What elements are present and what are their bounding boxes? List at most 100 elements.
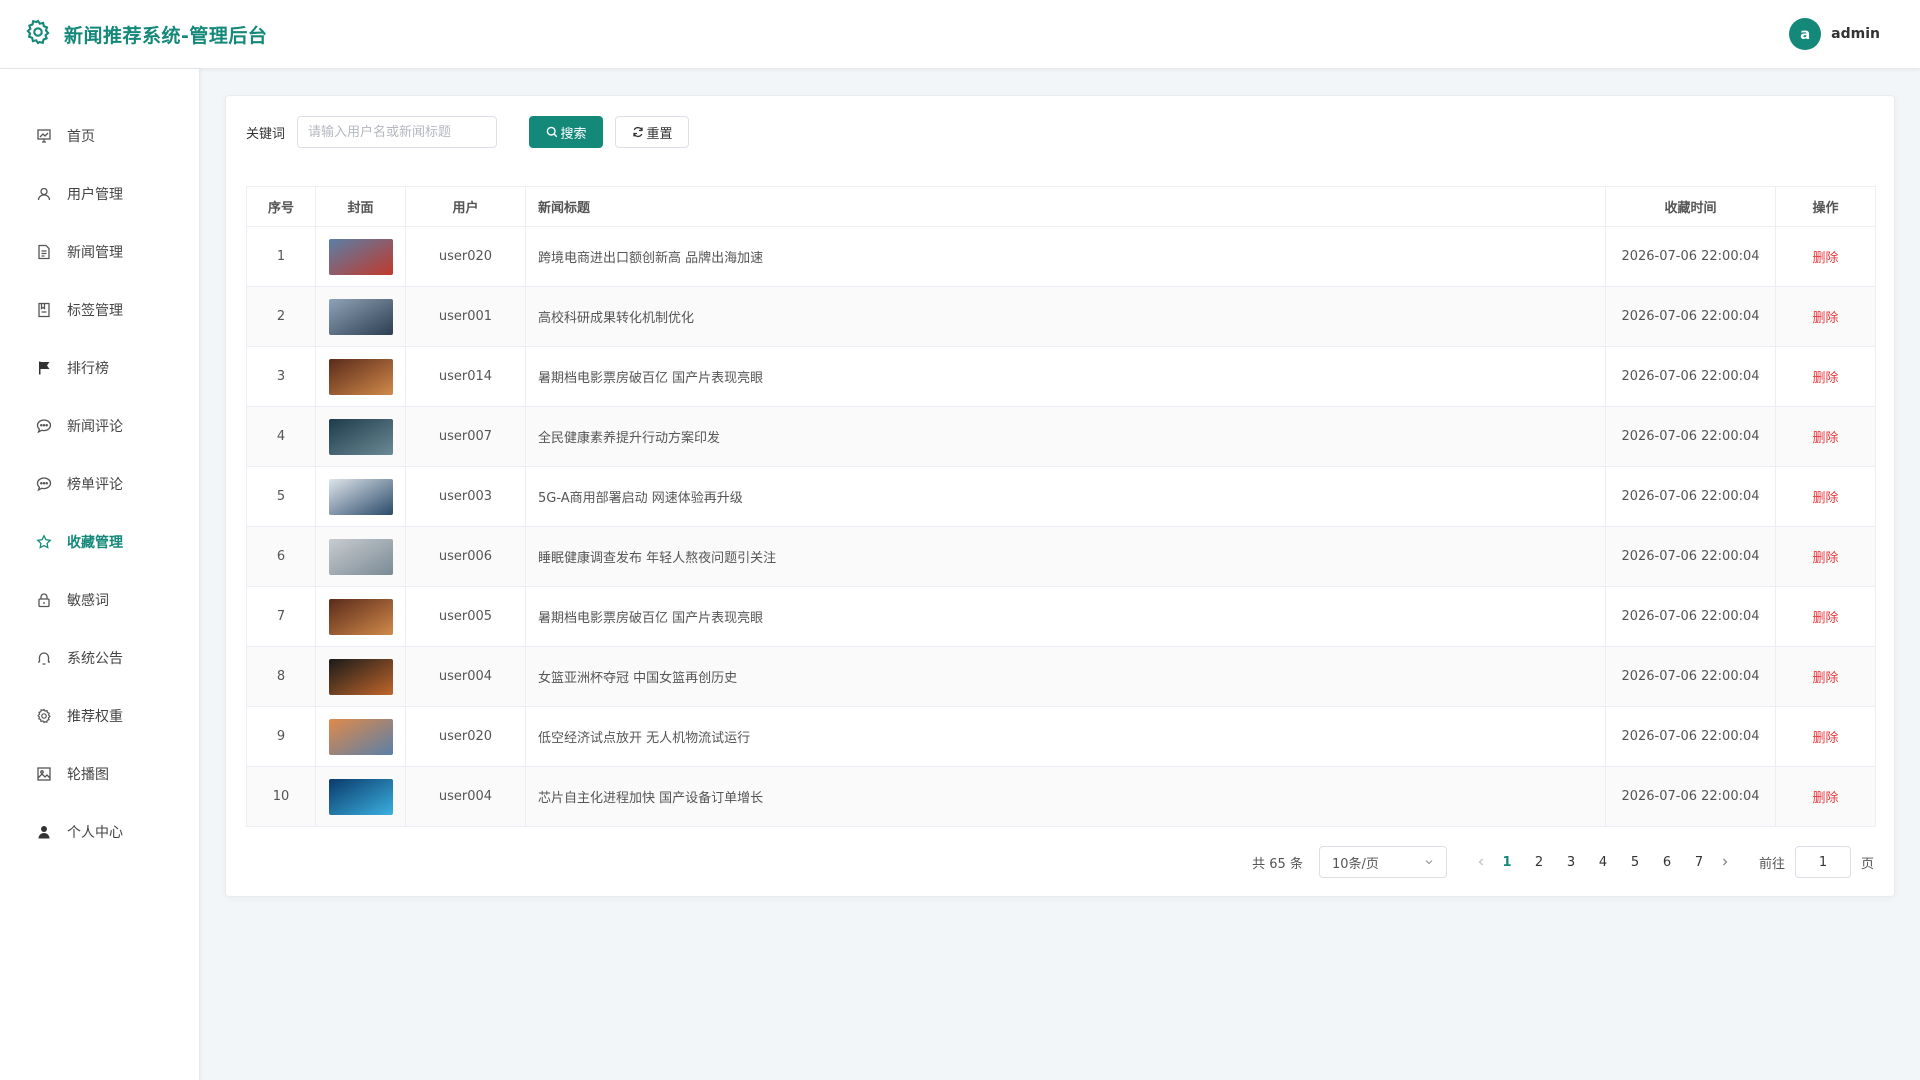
cell-cover <box>315 526 406 587</box>
page-1[interactable]: 1 <box>1491 846 1523 878</box>
table-row: 2 user001 高校科研成果转化机制优化 2026-07-06 22:00:04 删… <box>246 286 1876 347</box>
page-size-select[interactable]: 10条/页 <box>1318 846 1447 878</box>
cover-thumbnail[interactable] <box>328 598 393 635</box>
app-logo[interactable]: 新闻推荐系统-管理后台 <box>24 18 267 50</box>
reset-button-label: 重置 <box>646 126 673 142</box>
cell-user: user003 <box>405 466 526 527</box>
sidebar-item-list-comments[interactable]: 榜单评论 <box>0 464 200 504</box>
cell-title: 高校科研成果转化机制优化 <box>525 286 1606 347</box>
flag-icon <box>35 359 53 377</box>
cell-user: user014 <box>405 346 526 407</box>
cell-cover <box>315 586 406 647</box>
cell-user: user006 <box>405 526 526 587</box>
goto-page-input[interactable] <box>1794 846 1851 878</box>
page-5[interactable]: 5 <box>1619 846 1651 878</box>
page-6[interactable]: 6 <box>1651 846 1683 878</box>
cover-thumbnail[interactable] <box>328 298 393 335</box>
sidebar-item-carousel[interactable]: 轮播图 <box>0 754 200 794</box>
table-row: 6 user006 睡眠健康调查发布 年轻人熬夜问题引关注 2026-07-06 22… <box>246 526 1876 587</box>
page-2[interactable]: 2 <box>1523 846 1555 878</box>
cover-thumbnail[interactable] <box>328 658 393 695</box>
sidebar-item-sensitive-words[interactable]: 敏感词 <box>0 580 200 620</box>
reset-button[interactable]: 重置 <box>615 116 690 148</box>
table-row: 4 user007 全民健康素养提升行动方案印发 2026-07-06 22:00:0… <box>246 406 1876 467</box>
sidebar-item-home[interactable]: 首页 <box>0 116 200 156</box>
cell-user: user001 <box>405 286 526 347</box>
search-button-label: 搜索 <box>560 126 587 142</box>
cell-cover <box>315 346 406 407</box>
col-header-title: 新闻标题 <box>525 186 1606 227</box>
cell-action: 删除 <box>1775 586 1876 647</box>
next-page-button[interactable] <box>1715 846 1735 878</box>
cell-title: 芯片自主化进程加快 国产设备订单增长 <box>525 766 1606 827</box>
user-menu[interactable]: a admin <box>1789 18 1880 50</box>
cover-thumbnail[interactable] <box>328 538 393 575</box>
sidebar-item-label: 推荐权重 <box>67 709 123 725</box>
search-button[interactable]: 搜索 <box>529 116 604 148</box>
cover-thumbnail[interactable] <box>328 418 393 455</box>
delete-button[interactable]: 删除 <box>1812 671 1838 686</box>
cell-cover <box>315 706 406 767</box>
cell-time: 2026-07-06 22:00:04 <box>1605 466 1776 527</box>
star-icon <box>35 533 53 551</box>
user-icon <box>35 185 53 203</box>
cover-thumbnail[interactable] <box>328 358 393 395</box>
cell-cover <box>315 286 406 347</box>
sidebar-item-label: 首页 <box>67 129 95 145</box>
favorites-card: 关键词 搜索 重置 序号 封面 用户 新闻标题 收藏时间 操作 1 user020… <box>225 95 1895 897</box>
username[interactable]: admin <box>1831 26 1880 42</box>
cell-title: 跨境电商进出口额创新高 品牌出海加速 <box>525 226 1606 287</box>
sidebar-item-favorites[interactable]: 收藏管理 <box>0 522 200 562</box>
delete-button[interactable]: 删除 <box>1812 371 1838 386</box>
sidebar-item-profile[interactable]: 个人中心 <box>0 812 200 852</box>
delete-button[interactable]: 删除 <box>1812 491 1838 506</box>
tag-icon <box>35 301 53 319</box>
bell-icon <box>35 649 53 667</box>
page-size-value: 10条/页 <box>1331 856 1379 872</box>
delete-button[interactable]: 删除 <box>1812 791 1838 806</box>
cover-thumbnail[interactable] <box>328 478 393 515</box>
cover-thumbnail[interactable] <box>328 718 393 755</box>
sidebar-item-weights[interactable]: 推荐权重 <box>0 696 200 736</box>
page-3[interactable]: 3 <box>1555 846 1587 878</box>
cell-action: 删除 <box>1775 526 1876 587</box>
sidebar-item-tags[interactable]: 标签管理 <box>0 290 200 330</box>
cell-title: 5G-A商用部署启动 网速体验再升级 <box>525 466 1606 527</box>
table-row: 10 user004 芯片自主化进程加快 国产设备订单增长 2026-07-06 22… <box>246 766 1876 827</box>
cell-action: 删除 <box>1775 706 1876 767</box>
page-4[interactable]: 4 <box>1587 846 1619 878</box>
cell-cover <box>315 646 406 707</box>
keyword-input[interactable] <box>297 116 498 148</box>
cell-user: user004 <box>405 766 526 827</box>
delete-button[interactable]: 删除 <box>1812 731 1838 746</box>
cover-thumbnail[interactable] <box>328 778 393 815</box>
delete-button[interactable]: 删除 <box>1812 311 1838 326</box>
comment-icon <box>35 417 53 435</box>
page-7[interactable]: 7 <box>1683 846 1715 878</box>
cover-thumbnail[interactable] <box>328 238 393 275</box>
cell-title: 女篮亚洲杯夺冠 中国女篮再创历史 <box>525 646 1606 707</box>
cell-no: 10 <box>246 766 316 827</box>
avatar[interactable]: a <box>1789 18 1822 50</box>
cell-user: user020 <box>405 706 526 767</box>
cell-no: 7 <box>246 586 316 647</box>
delete-button[interactable]: 删除 <box>1812 551 1838 566</box>
cell-action: 删除 <box>1775 226 1876 287</box>
cell-time: 2026-07-06 22:00:04 <box>1605 646 1776 707</box>
delete-button[interactable]: 删除 <box>1812 431 1838 446</box>
sidebar-item-label: 标签管理 <box>67 303 123 319</box>
cell-action: 删除 <box>1775 646 1876 707</box>
sidebar-item-users[interactable]: 用户管理 <box>0 174 200 214</box>
cell-time: 2026-07-06 22:00:04 <box>1605 346 1776 407</box>
sidebar-item-ranking[interactable]: 排行榜 <box>0 348 200 388</box>
total-count: 共 65 条 <box>1252 856 1303 872</box>
sidebar-item-announcements[interactable]: 系统公告 <box>0 638 200 678</box>
delete-button[interactable]: 删除 <box>1812 251 1838 266</box>
keyword-label: 关键词 <box>246 126 286 142</box>
sidebar-item-news-comments[interactable]: 新闻评论 <box>0 406 200 446</box>
sidebar-item-label: 新闻评论 <box>67 419 123 435</box>
goto-label: 前往 <box>1758 856 1785 872</box>
prev-page-button[interactable] <box>1471 846 1491 878</box>
sidebar-item-news[interactable]: 新闻管理 <box>0 232 200 272</box>
delete-button[interactable]: 删除 <box>1812 611 1838 626</box>
